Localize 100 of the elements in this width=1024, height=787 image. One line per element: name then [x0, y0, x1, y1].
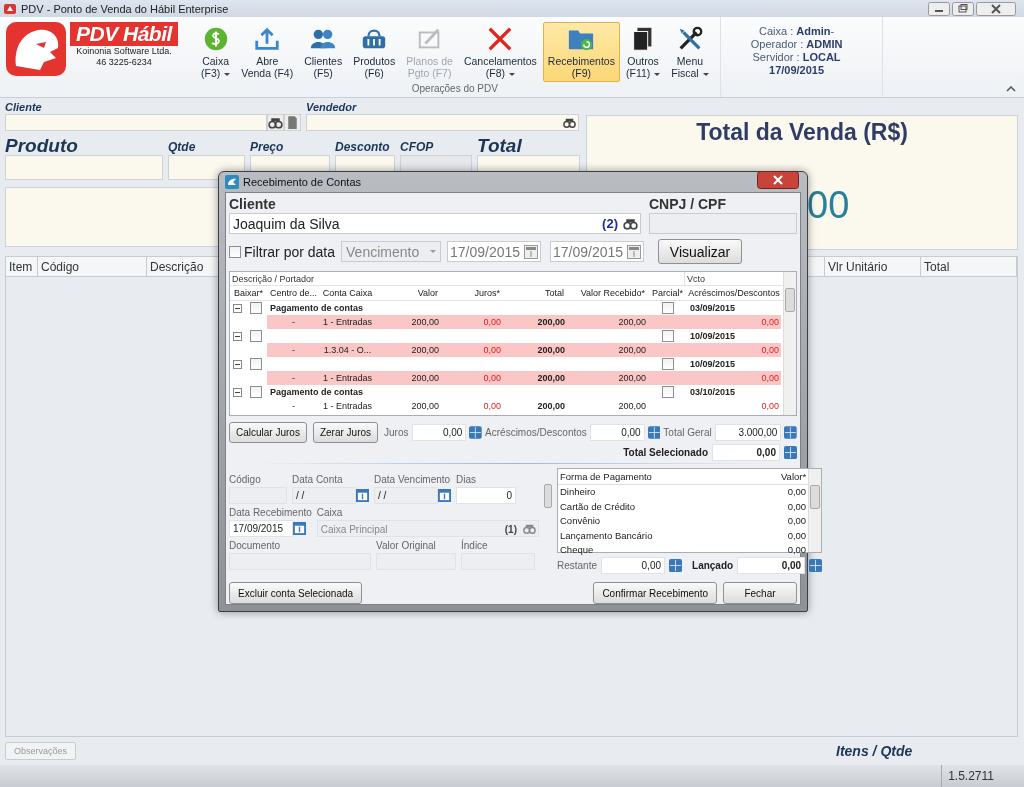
collapse-toggle-icon[interactable] — [233, 387, 242, 397]
ribbon-button[interactable]: Abre Venda (F4) — [236, 22, 299, 82]
account-row[interactable]: - 1 - Entradas 200,00 0,00 200,00 200,00 0,00 — [230, 399, 783, 413]
ribbon-button[interactable]: Produtos (F6) — [348, 22, 401, 82]
calendar-icon[interactable] — [627, 244, 642, 259]
table-cell-text: 200,00 — [617, 401, 647, 411]
customer-field[interactable] — [5, 114, 267, 131]
account-row[interactable]: - 1.3.04 - O... 200,00 0,00 200,00 200,00 0,00 — [230, 343, 783, 357]
table-cell: 0,00 — [687, 343, 781, 357]
payment-method[interactable]: Convênio — [560, 515, 601, 527]
collapse-toggle-icon[interactable] — [233, 359, 242, 369]
date-field[interactable]: 17/09/2015 — [550, 241, 645, 262]
close-button[interactable]: Fechar — [723, 582, 797, 604]
product-field[interactable] — [5, 155, 163, 180]
scrollbar[interactable] — [808, 469, 822, 552]
sale-total-title: Total da Venda (R$) — [696, 119, 908, 146]
checkbox[interactable] — [661, 386, 674, 398]
confirm-receipt-button[interactable]: Confirmar Recebimento — [593, 582, 717, 604]
column-header: Forma de Pagamento — [560, 470, 652, 482]
grand-total-field[interactable]: 3.000,00 — [714, 424, 782, 441]
payment-method[interactable]: Lançamento Bancário — [560, 529, 653, 541]
checkbox[interactable] — [229, 245, 241, 258]
ribbon-button[interactable]: Clientes (F5) — [299, 22, 348, 82]
seller-field[interactable] — [306, 114, 579, 131]
restore-icon[interactable] — [952, 1, 974, 16]
calculator-icon[interactable] — [647, 426, 661, 439]
due-date: 10/09/2015 — [689, 359, 737, 369]
days-field[interactable]: 0 — [456, 487, 516, 504]
checkbox[interactable] — [250, 386, 262, 398]
field-label: Dias — [456, 474, 477, 485]
calculator-icon[interactable] — [469, 426, 483, 439]
calendar-icon[interactable] — [293, 522, 306, 535]
payment-method[interactable]: Dinheiro — [560, 486, 596, 498]
ribbon-button[interactable]: Cancelamentos (F8) — [458, 22, 542, 82]
scrollbar[interactable] — [783, 272, 796, 415]
customer-field[interactable]: Joaquim da Silva (2) — [229, 213, 641, 234]
reset-interest-button[interactable]: Zerar Juros — [312, 422, 379, 443]
close-icon[interactable] — [757, 171, 799, 189]
interest-field[interactable]: 0,00 — [411, 424, 467, 441]
ribbon-button[interactable]: Caixa (F3) — [196, 22, 236, 82]
remaining-field[interactable]: 0,00 — [601, 557, 666, 574]
checkbox[interactable] — [250, 330, 262, 342]
receipt-date-field[interactable]: 17/09/2015 — [229, 520, 293, 537]
account-row[interactable]: - 1 - Entradas 200,00 0,00 200,00 200,00 0,00 — [230, 371, 783, 385]
app-icon — [4, 2, 16, 15]
checkbox[interactable] — [250, 358, 262, 370]
field-label: Vendedor — [306, 101, 358, 114]
account-row[interactable]: - 1 - Entradas 200,00 0,00 200,00 200,00 0,00 — [230, 315, 783, 329]
calendar-icon[interactable] — [524, 244, 539, 259]
ribbon-button[interactable]: Recebimentos (F9) — [542, 22, 620, 82]
payment-method[interactable]: Cartão de Crédito — [560, 500, 635, 512]
binoculars-icon[interactable] — [267, 114, 284, 131]
collapse-toggle-icon[interactable] — [233, 331, 242, 341]
dialog-title: Recebimento de Contas — [243, 176, 361, 188]
payment-method[interactable]: Cheque — [560, 544, 594, 556]
table-cell: 0,00 — [787, 544, 807, 556]
ribbon-button[interactable]: Outros (F11) — [620, 22, 666, 82]
minimize-icon[interactable] — [928, 1, 950, 16]
close-icon[interactable] — [976, 1, 1016, 16]
delete-account-button[interactable]: Excluir conta Selecionada — [229, 582, 363, 604]
cash-register-field[interactable]: Caixa Principal (1) — [316, 520, 539, 537]
account-date-field[interactable]: / / — [292, 487, 356, 504]
checkbox[interactable] — [661, 358, 674, 370]
calculator-icon[interactable] — [784, 426, 797, 439]
table-cell: 0,00 — [441, 315, 503, 329]
calendar-icon[interactable] — [438, 489, 451, 502]
field-label: CFOP — [400, 140, 435, 155]
calculator-icon[interactable] — [669, 559, 683, 572]
view-button[interactable]: Visualizar — [658, 239, 743, 264]
ribbon-button[interactable]: Menu Fiscal — [666, 22, 714, 82]
column-header: Total — [921, 257, 1017, 276]
table-cell-text: 200,00 — [410, 401, 440, 411]
items-quantity-label: Itens / Qtde — [836, 743, 913, 759]
window-title: PDV - Ponto de Venda do Hábil Enterprise — [21, 2, 229, 15]
collapse-toggle-icon[interactable] — [233, 303, 242, 313]
column-header: Parcial* — [651, 288, 684, 298]
checkbox[interactable] — [661, 330, 674, 342]
adjustments-field[interactable]: 0,00 — [589, 424, 645, 441]
calendar-icon[interactable] — [356, 489, 369, 502]
upload-tray-icon — [253, 25, 282, 53]
selected-total-field[interactable]: 0,00 — [712, 444, 780, 461]
collapse-ribbon-icon[interactable] — [1006, 86, 1016, 92]
field-label: Cliente — [5, 101, 43, 114]
cnpj-field[interactable] — [649, 213, 797, 234]
table-cell: - — [267, 315, 320, 329]
calculate-interest-button[interactable]: Calcular Juros — [229, 422, 307, 443]
brand-name: PDV Hábil — [70, 22, 178, 46]
column-header: Acréscimos/Descontos — [687, 288, 781, 298]
calculator-icon[interactable] — [809, 559, 823, 572]
checkbox[interactable] — [661, 302, 674, 314]
table-cell: 200,00 — [503, 315, 567, 329]
due-date-field[interactable]: / / — [374, 487, 438, 504]
document-icon[interactable] — [284, 114, 301, 131]
table-cell: 1 - Entradas — [320, 371, 375, 385]
column-header: Total — [544, 288, 565, 298]
due-date: 03/09/2015 — [689, 303, 737, 313]
checkbox[interactable] — [250, 302, 262, 314]
date-field[interactable]: 17/09/2015 — [447, 241, 542, 262]
calculator-icon[interactable] — [784, 446, 797, 459]
posted-field[interactable]: 0,00 — [737, 557, 806, 574]
